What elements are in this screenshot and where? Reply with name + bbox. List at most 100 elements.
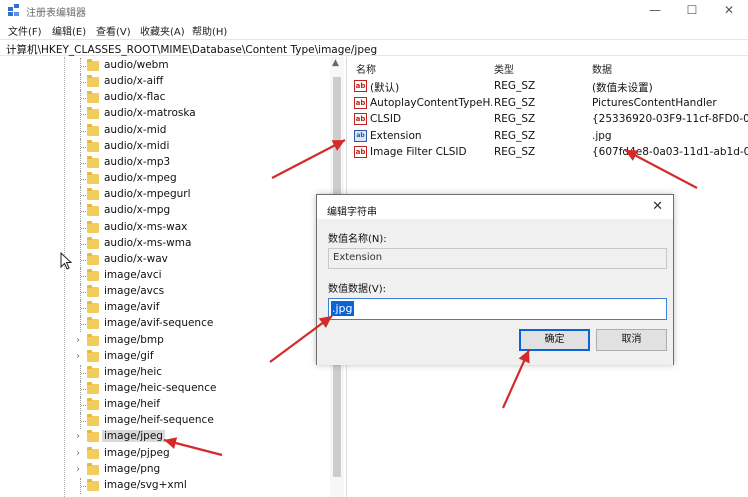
tree-item-label: audio/x-aiff	[104, 75, 164, 88]
tree-item[interactable]: image/svg+xml	[0, 477, 344, 494]
tree-connector	[81, 82, 86, 84]
tree-item[interactable]: audio/x-mid	[0, 122, 344, 139]
value-row[interactable]: ab Image Filter CLSID REG_SZ {607fd4e8-0a03…	[348, 144, 748, 161]
folder-icon	[87, 252, 99, 265]
tree-item-label: audio/x-mpeg	[104, 172, 177, 185]
folder-icon	[87, 462, 99, 475]
tree-item[interactable]: › image/png	[0, 462, 344, 478]
menu-view[interactable]: 查看(V)	[96, 23, 131, 38]
tree-item[interactable]: image/avif	[0, 300, 344, 317]
folder-icon	[87, 414, 99, 427]
menu-file[interactable]: 文件(F)	[8, 23, 42, 38]
tree-connector	[81, 324, 86, 326]
column-header-type[interactable]: 类型	[494, 61, 514, 76]
value-row[interactable]: abCLSID REG_SZ {25336920-03F9-11cf-8FD0-00…	[348, 111, 748, 128]
expand-chevron-icon[interactable]: ›	[76, 447, 80, 461]
expand-chevron-icon[interactable]: ›	[76, 350, 80, 364]
tree-item-label: audio/x-mpg	[104, 204, 171, 217]
expand-chevron-icon[interactable]: ›	[76, 463, 80, 477]
tree-connector	[81, 195, 86, 197]
minimize-button[interactable]: —	[640, 2, 670, 18]
tree-connector	[81, 211, 86, 213]
cancel-button[interactable]: 取消	[596, 329, 667, 351]
tree-item-label: image/bmp	[104, 333, 164, 346]
folder-icon	[87, 139, 99, 152]
tree-item[interactable]: image/heif-sequence	[0, 413, 344, 430]
tree-connector	[81, 179, 86, 181]
value-name-label: 数值名称(N):	[328, 234, 387, 245]
tree-item[interactable]: audio/x-midi	[0, 138, 344, 155]
tree-item[interactable]: audio/x-ms-wax	[0, 219, 344, 236]
tree-item[interactable]: audio/x-mp3	[0, 154, 344, 171]
value-name: CLSID	[370, 113, 402, 126]
close-button[interactable]: ✕	[714, 2, 744, 18]
tree-connector	[81, 275, 86, 277]
tree-item[interactable]: image/avci	[0, 267, 344, 284]
tree-item[interactable]: audio/webm	[0, 58, 344, 74]
tree-connector	[81, 227, 86, 229]
tree-connector	[81, 485, 86, 487]
tree-item[interactable]: audio/x-mpegurl	[0, 187, 344, 204]
menu-bar: 文件(F) 编辑(E) 查看(V) 收藏夹(A) 帮助(H)	[0, 20, 748, 38]
tree-item[interactable]: › image/pjpeg	[0, 446, 344, 462]
tree-item[interactable]: image/heic	[0, 364, 344, 381]
tree-item[interactable]: audio/x-mpeg	[0, 171, 344, 188]
string-value-icon: ab	[354, 113, 367, 126]
folder-icon	[87, 268, 99, 281]
maximize-button[interactable]: ☐	[677, 2, 707, 18]
menu-favorites[interactable]: 收藏夹(A)	[140, 23, 185, 38]
folder-icon	[87, 398, 99, 411]
expand-chevron-icon[interactable]: ›	[76, 334, 80, 348]
dialog-close-icon[interactable]: ✕	[652, 199, 663, 214]
scroll-up-icon[interactable]: ▲	[332, 58, 339, 68]
menu-edit[interactable]: 编辑(E)	[52, 23, 86, 38]
tree-connector	[81, 66, 86, 67]
tree-item[interactable]: audio/x-flac	[0, 90, 344, 107]
tree-connector	[81, 114, 86, 116]
address-bar[interactable]: 计算机\HKEY_CLASSES_ROOT\MIME\Database\Cont…	[0, 39, 748, 56]
value-row[interactable]: ab (默认) REG_SZ (数值未设置)	[348, 78, 748, 95]
dialog-title: 编辑字符串	[327, 207, 377, 218]
column-header-name[interactable]: 名称	[356, 61, 376, 76]
tree-item[interactable]: audio/x-matroska	[0, 106, 344, 123]
folder-icon	[87, 75, 99, 88]
tree-item-label: image/avcs	[104, 285, 165, 298]
tree-connector	[81, 292, 86, 294]
tree-item-label: audio/x-ms-wax	[104, 220, 188, 233]
tree-item-label: image/pjpeg	[104, 446, 170, 459]
column-header-data[interactable]: 数据	[592, 61, 612, 76]
tree-connector	[81, 162, 86, 164]
tree-item[interactable]: image/avcs	[0, 284, 344, 301]
string-value-icon: ab	[354, 80, 367, 92]
tree-item[interactable]: image/avif-sequence	[0, 316, 344, 333]
tree-item[interactable]: audio/x-ms-wma	[0, 235, 344, 252]
expand-chevron-icon[interactable]: ›	[76, 430, 80, 444]
binary-value-icon: ab	[354, 129, 367, 142]
tree-item[interactable]: audio/x-aiff	[0, 74, 344, 91]
value-data: {607fd4e8-0a03-11d1-ab1d-00c0	[592, 146, 748, 159]
value-type: REG_SZ	[494, 96, 536, 109]
folder-icon	[87, 349, 99, 362]
tree-item-label: audio/x-flac	[104, 91, 166, 104]
address-path: 计算机\HKEY_CLASSES_ROOT\MIME\Database\Cont…	[6, 44, 378, 56]
value-data-selected-text: .jpg	[331, 301, 354, 316]
tree-item[interactable]: audio/x-mpg	[0, 203, 344, 220]
tree-item[interactable]: › image/jpeg	[0, 429, 344, 445]
tree-connector	[81, 389, 86, 390]
tree-item[interactable]: audio/x-wav	[0, 251, 344, 268]
ok-button[interactable]: 确定	[519, 329, 590, 351]
value-data-input[interactable]: .jpg	[328, 298, 667, 320]
key-tree-pane[interactable]: audio/webm audio/x-aiff audio/x-flac audio/…	[0, 57, 344, 497]
tree-item-label: image/svg+xml	[104, 478, 187, 491]
folder-icon	[87, 188, 99, 201]
tree-item[interactable]: › image/bmp	[0, 333, 344, 349]
tree-item[interactable]: image/heif	[0, 397, 344, 414]
tree-item[interactable]: › image/gif	[0, 349, 344, 365]
tree-item-label: image/gif	[104, 349, 154, 362]
tree-item[interactable]: image/heic-sequence	[0, 381, 344, 397]
folder-icon	[87, 155, 99, 168]
value-row[interactable]: ab Extension REG_SZ .jpg	[348, 128, 748, 145]
value-name: Image Filter CLSID	[370, 146, 467, 159]
value-row[interactable]: ab AutoplayContentTypeH... REG_SZ PicturesC…	[348, 95, 748, 112]
menu-help[interactable]: 帮助(H)	[192, 23, 227, 38]
